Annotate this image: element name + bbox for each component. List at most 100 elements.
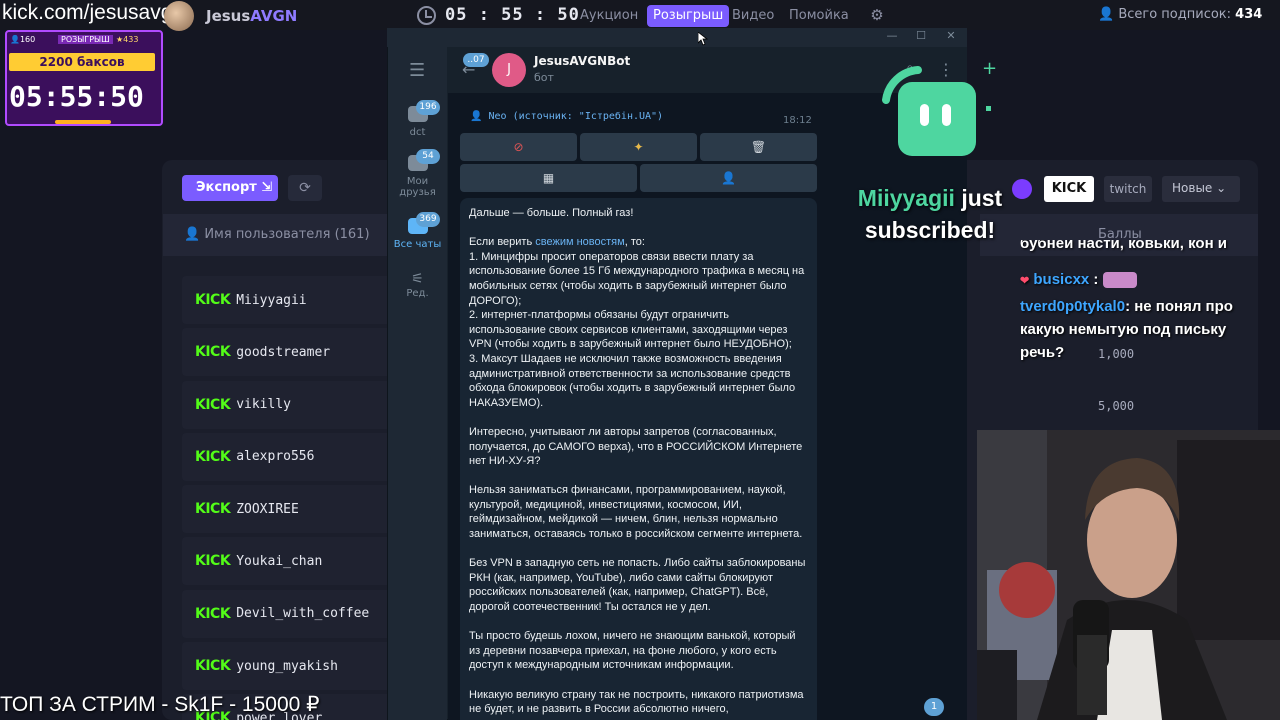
back-unread-badge: ..07: [463, 53, 489, 67]
inline-button-user[interactable]: 👤: [640, 164, 817, 192]
raffle-prize: 2200 баксов: [9, 53, 155, 71]
tab-trash[interactable]: Помойка: [783, 5, 855, 27]
message-list-item: 1. Минцифры просит операторов связи ввес…: [469, 250, 805, 307]
message-bubble[interactable]: Дальше — больше. Полный газ! Если верить…: [460, 198, 817, 720]
message-time: 18:12: [783, 115, 812, 126]
top-donor-banner: ТОП ЗА СТРИМ - Sk1F - 15000 ₽: [0, 693, 320, 716]
broom-icon: ✦: [633, 140, 644, 154]
hamburger-menu-icon[interactable]: ☰: [409, 60, 425, 81]
brand-logo[interactable]: JesusAVGN: [206, 7, 297, 25]
kick-platform-badge: KICK: [195, 501, 231, 518]
maximize-icon[interactable]: ☐: [913, 29, 929, 45]
chat-line: ❤ busicxx :: [1020, 268, 1272, 293]
folder-label: Ред.: [406, 288, 429, 299]
folder-label: Все чаты: [393, 239, 442, 250]
username: vikilly: [236, 397, 291, 413]
brand-highlight: AVGN: [250, 7, 298, 25]
raffle-label: РОЗЫГРЫШ: [58, 35, 113, 44]
heart-icon: ❤: [1020, 275, 1030, 287]
list-item[interactable]: KICK young_myakish: [182, 642, 392, 691]
unread-badge: 369: [416, 212, 440, 227]
close-icon[interactable]: ✕: [943, 29, 959, 45]
message-paragraph: Без VPN в западную сеть не попасть. Либо…: [469, 557, 806, 614]
folder-edit[interactable]: ⚟ Ред.: [388, 270, 447, 299]
username: young_myakish: [236, 658, 338, 674]
folder-label: Мои друзья: [399, 176, 436, 198]
kick-platform-badge: KICK: [195, 658, 231, 675]
gear-icon[interactable]: ⚙: [866, 6, 888, 26]
export-button[interactable]: Экспорт ⇲: [182, 175, 278, 201]
user-icon: 👤: [721, 171, 736, 185]
minimize-icon[interactable]: —: [884, 29, 900, 45]
tab-raffle[interactable]: Розыгрыш: [647, 5, 730, 27]
inline-button-clean[interactable]: ✦: [580, 133, 697, 161]
person-icon: 👤: [1098, 7, 1115, 22]
filter-twitch[interactable]: twitch: [1104, 176, 1152, 202]
folder-all-chats[interactable]: 369 Все чаты: [388, 212, 447, 250]
filter-kick[interactable]: KICK: [1044, 176, 1094, 202]
list-item[interactable]: KICK alexpro556: [182, 432, 392, 481]
export-label: Экспорт: [196, 180, 257, 195]
chat-avatar[interactable]: J: [492, 53, 526, 87]
list-item[interactable]: KICK Devil_with_coffee: [182, 589, 392, 638]
tab-video[interactable]: Видео: [726, 5, 780, 27]
sort-label: Новые: [1172, 181, 1213, 195]
message-paragraph: Нельзя заниматься финансами, программиро…: [469, 484, 803, 541]
forward-source[interactable]: 👤 Neo (источник: "Істребін.UA"): [470, 111, 663, 122]
kick-platform-badge: KICK: [195, 448, 231, 465]
raffle-timer: 05:55:50: [9, 80, 144, 113]
message-paragraph: Дальше — больше. Полный газ!: [469, 207, 634, 219]
message-text: , то:: [624, 236, 645, 249]
subscriber-name: Miiyyagii: [857, 185, 955, 211]
folder-friends[interactable]: 54 Мои друзья: [388, 149, 447, 198]
inline-button-ban[interactable]: ⊘: [460, 133, 577, 161]
sliders-icon: ⚟: [411, 271, 424, 287]
username: Devil_with_coffee: [236, 606, 370, 622]
message-paragraph: Интересно, учитывают ли авторы запретов …: [469, 425, 803, 468]
news-link[interactable]: свежим новостям: [535, 236, 624, 248]
list-item[interactable]: KICK vikilly: [182, 380, 392, 429]
message-text: Если верить: [469, 236, 536, 249]
inline-button-delete[interactable]: 🗑: [700, 133, 817, 161]
kick-platform-badge: KICK: [195, 605, 231, 622]
top-timer: 05 : 55 : 50: [445, 5, 580, 25]
trash-icon: 🗑: [750, 140, 767, 154]
chat-title[interactable]: JesusAVGNBot: [534, 54, 630, 68]
subs-value: 434: [1235, 7, 1263, 22]
column-user[interactable]: 👤 Имя пользователя (161): [184, 227, 370, 242]
tab-auction[interactable]: Аукцион: [574, 5, 644, 27]
subscription-alert: Miiyyagii just subscribed!: [830, 182, 1030, 246]
list-item[interactable]: KICK ZOOXIREE: [182, 485, 392, 534]
avatar[interactable]: [164, 1, 194, 31]
raffle-right-value: 433: [123, 35, 139, 44]
folders-sidebar: [388, 47, 447, 720]
column-user-label: Имя пользователя (161): [204, 227, 370, 242]
message-paragraph: Ты просто будешь лохом, ничего не знающи…: [469, 630, 796, 672]
score-value: 5,000: [1098, 399, 1135, 413]
scroll-down-badge[interactable]: 1: [924, 698, 944, 716]
alert-text: just: [954, 185, 1003, 211]
unread-badge: 54: [416, 149, 440, 164]
stream-chat-overlay: бубней насти, ковьки, кон и ❤ busicxx : …: [1020, 240, 1272, 370]
chevron-down-icon: ⌄: [1216, 181, 1227, 195]
folder-dct[interactable]: 196 dct: [388, 100, 447, 138]
kick-platform-badge: KICK: [195, 344, 231, 361]
list-item[interactable]: KICK Youkai_chan: [182, 537, 392, 586]
raffle-left-count: 👤160: [10, 35, 36, 44]
window-titlebar[interactable]: [387, 28, 967, 47]
webcam-feed: [977, 430, 1280, 720]
list-item[interactable]: KICK Miiyyagii: [182, 276, 392, 324]
raffle-left-value: 160: [19, 35, 36, 44]
inline-button-calendar[interactable]: ▦: [460, 164, 637, 192]
username: Youkai_chan: [236, 553, 323, 569]
list-item[interactable]: KICK goodstreamer: [182, 328, 392, 377]
subs-label: Всего подписок:: [1118, 7, 1232, 22]
username: Miiyyagii: [236, 292, 307, 308]
sort-select[interactable]: Новые ⌄: [1162, 176, 1240, 202]
brand-text: Jesus: [206, 7, 251, 25]
chat-status: бот: [534, 71, 554, 84]
refresh-button[interactable]: ⟳: [288, 175, 322, 201]
alert-text: subscribed!: [864, 217, 996, 243]
chat-username: busicxx: [1033, 271, 1090, 288]
folder-label: dct: [409, 127, 426, 138]
